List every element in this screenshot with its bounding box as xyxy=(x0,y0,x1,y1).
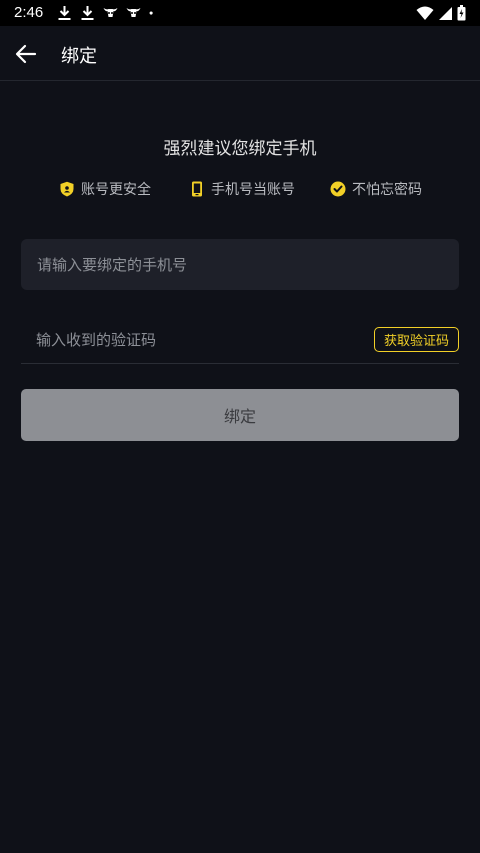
status-bar: 2:46 xyxy=(0,0,480,26)
get-code-button[interactable]: 获取验证码 xyxy=(373,327,459,352)
arrow-left-icon[interactable] xyxy=(12,40,40,68)
wifi-icon xyxy=(416,6,434,20)
download-icon xyxy=(58,6,71,20)
benefit-list: 账号更安全 手机号当账号 不怕忘密码 xyxy=(0,179,480,199)
page-title: 绑定 xyxy=(61,46,97,67)
status-time: 2:46 xyxy=(14,4,44,21)
shield-icon xyxy=(60,181,74,197)
signal-icon xyxy=(439,6,452,20)
benefit-item: 账号更安全 xyxy=(59,179,151,199)
dot-icon xyxy=(149,11,153,15)
notification-icons xyxy=(56,5,158,21)
benefit-item: 不怕忘密码 xyxy=(330,179,422,199)
app-bar: 绑定 xyxy=(0,26,480,81)
benefit-label: 不怕忘密码 xyxy=(352,182,422,198)
benefit-item: 手机号当账号 xyxy=(189,179,295,199)
bind-button[interactable]: 绑定 xyxy=(21,389,459,441)
phone-icon xyxy=(192,181,202,197)
verification-code-input[interactable] xyxy=(34,329,338,350)
system-icons xyxy=(416,5,466,21)
phone-input[interactable] xyxy=(35,254,445,275)
phone-field[interactable] xyxy=(21,239,459,290)
bull-icon xyxy=(103,8,118,17)
bull-icon xyxy=(126,8,141,17)
benefit-label: 手机号当账号 xyxy=(211,182,295,198)
download-icon xyxy=(81,6,94,20)
battery-icon xyxy=(457,5,466,21)
bind-headline: 强烈建议您绑定手机 xyxy=(163,139,317,159)
check-badge-icon xyxy=(330,181,346,197)
benefit-label: 账号更安全 xyxy=(81,182,151,198)
verification-code-row: 获取验证码 xyxy=(21,316,459,364)
